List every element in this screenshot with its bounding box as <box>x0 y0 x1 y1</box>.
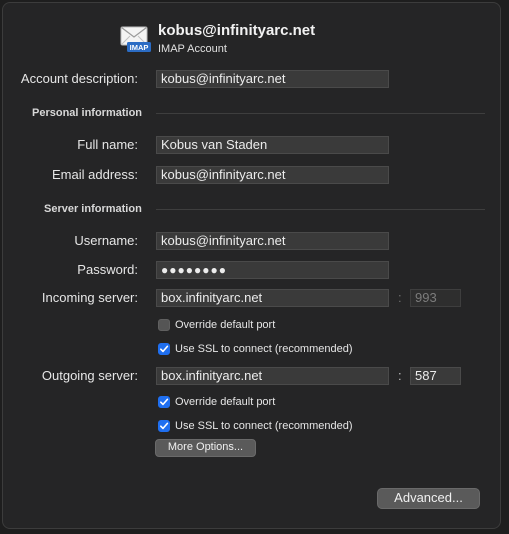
incoming-server-label: Incoming server: <box>41 290 138 305</box>
outgoing-server-field[interactable]: box.infinityarc.net <box>156 367 389 385</box>
personal-information-heading: Personal information <box>32 107 143 119</box>
incoming-use-ssl-checkbox[interactable] <box>158 343 170 355</box>
password-field[interactable]: ●●●●●●●● <box>156 261 389 279</box>
account-title: kobus@infinityarc.net <box>158 22 316 39</box>
outgoing-override-port-row[interactable]: Override default port <box>158 395 275 409</box>
checkmark-icon <box>159 422 169 430</box>
account-type: IMAP Account <box>158 43 227 55</box>
separator-server <box>156 209 485 210</box>
outgoing-server-label: Outgoing server: <box>41 368 138 383</box>
imap-badge-text: IMAP <box>130 43 149 52</box>
incoming-port-field: 993 <box>410 289 461 307</box>
account-settings-panel: IMAP kobus@infinityarc.net IMAP Account … <box>2 2 501 529</box>
full-name-field[interactable]: Kobus van Staden <box>156 136 389 154</box>
account-description-field[interactable]: kobus@infinityarc.net <box>156 70 389 88</box>
outgoing-port-field[interactable]: 587 <box>410 367 461 385</box>
envelope-imap-icon: IMAP <box>120 25 152 53</box>
server-information-heading: Server information <box>44 203 142 215</box>
full-name-label: Full name: <box>77 137 138 152</box>
incoming-port-separator: : <box>398 290 402 305</box>
checkmark-icon <box>159 398 169 406</box>
outgoing-port-separator: : <box>398 368 402 383</box>
incoming-use-ssl-label[interactable]: Use SSL to connect (recommended) <box>175 343 353 355</box>
account-description-label: Account description: <box>20 71 138 86</box>
outgoing-use-ssl-label[interactable]: Use SSL to connect (recommended) <box>175 420 353 432</box>
incoming-override-port-label[interactable]: Override default port <box>175 319 275 331</box>
separator-personal <box>156 113 485 114</box>
email-address-label: Email address: <box>52 167 138 182</box>
username-label: Username: <box>74 233 138 248</box>
incoming-override-port-checkbox[interactable] <box>158 319 170 331</box>
password-label: Password: <box>77 262 138 277</box>
username-field[interactable]: kobus@infinityarc.net <box>156 232 389 250</box>
email-address-field[interactable]: kobus@infinityarc.net <box>156 166 389 184</box>
checkmark-icon <box>159 345 169 353</box>
incoming-server-field[interactable]: box.infinityarc.net <box>156 289 389 307</box>
outgoing-use-ssl-checkbox[interactable] <box>158 420 170 432</box>
more-options-button[interactable]: More Options... <box>155 439 256 457</box>
incoming-use-ssl-row[interactable]: Use SSL to connect (recommended) <box>158 342 353 356</box>
outgoing-override-port-checkbox[interactable] <box>158 396 170 408</box>
incoming-override-port-row[interactable]: Override default port <box>158 318 275 332</box>
outgoing-use-ssl-row[interactable]: Use SSL to connect (recommended) <box>158 419 353 433</box>
advanced-button[interactable]: Advanced... <box>377 488 480 509</box>
outgoing-override-port-label[interactable]: Override default port <box>175 396 275 408</box>
